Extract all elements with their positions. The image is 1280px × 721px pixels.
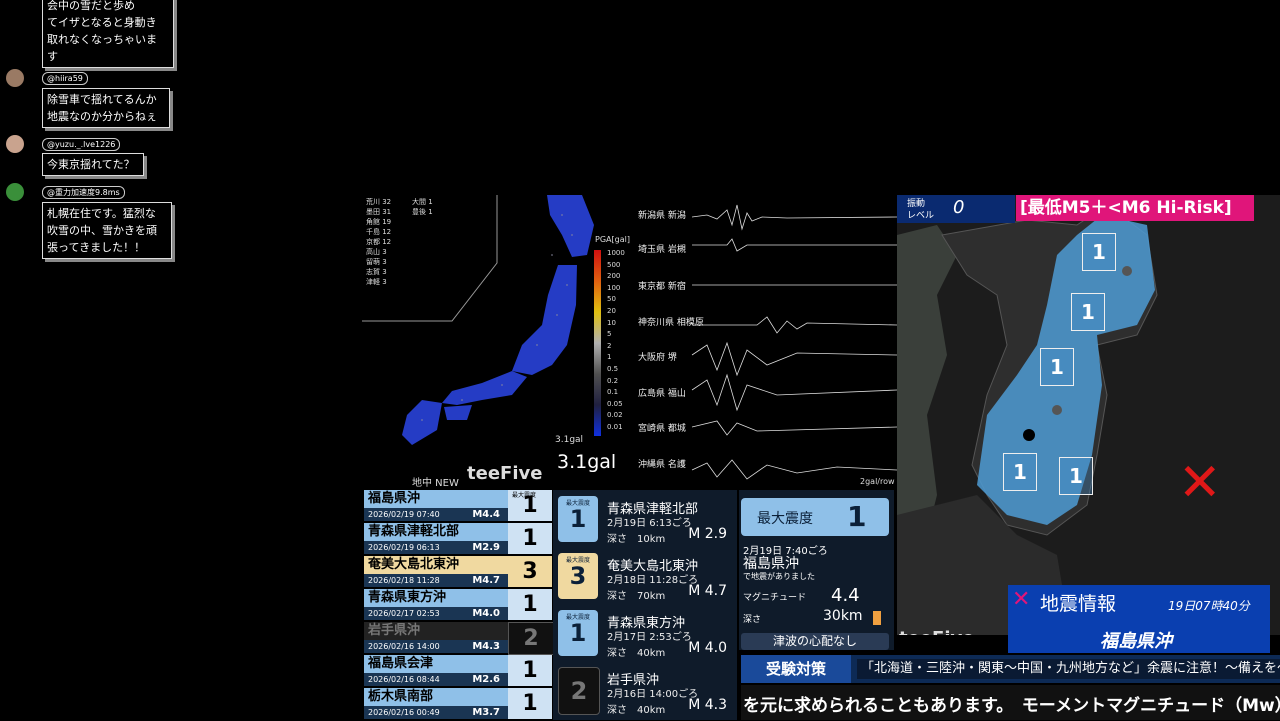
chat-username: @重力加速度9.8ms [42,186,125,199]
summary-magnitude: 4.4 [831,585,860,606]
station-label: 埼玉県 岩槻 [638,245,686,255]
ticker-tag: 受験対策 [741,655,851,683]
ticker-text: 「北海道・三陸沖・関東～中国・九州地方など」余震に注意！～備えを～ [857,659,1280,679]
intensity-marker: 1 [1059,457,1093,495]
japan-station-map: 荒川 32 墨田 31 角館 19 千島 12 京都 12 高山 3 留萌 3 … [362,195,637,488]
station-label: 大阪府 堺 [638,353,677,363]
scrolling-ticker: を元に求められることもあります。 モーメントマグニチュード（Mw） [741,685,1280,720]
station-label: 新潟県 新潟 [638,211,686,221]
quake-detail-cards: 最大震度 1 青森県津軽北部 2月19日 6:13ごろ 深さ 10km M 2.9… [553,490,737,720]
pga-color-scale [594,250,601,436]
intensity-map: 1 1 1 1 1 ✕ 振動 レベル 0 [最低M5＋<M6 Hi-Risk] … [897,195,1280,635]
summary-region: 福島県沖 [743,556,799,572]
pga-value-large: 3.1gal [557,451,617,473]
layer-label: 地中 NEW [412,478,459,488]
pga-value-small: 3.1gal [555,435,584,445]
waveform-traces [691,204,897,480]
chat-message-4: 札幌在住です。猛烈な 吹雪の中、雪かきを頑 張ってきました！！ [42,202,172,259]
brand-logo: teeFive [899,628,974,635]
list-item[interactable]: 岩手県沖 2026/02/16 14:00 M4.3 2 [364,622,554,655]
intensity-marker: 1 [1003,453,1037,491]
intensity-marker: 1 [1040,348,1074,386]
tsunami-status: 津波の心配なし [741,633,889,650]
quake-info-title: 地震情報 [1040,593,1117,615]
seismic-waveforms: 新潟県 新潟 埼玉県 岩槻 東京都 新宿 神奈川県 相模原 大阪府 堺 広島県 … [637,195,897,488]
station-label: 宮崎県 都城 [638,424,686,434]
intensity-column-header: 最大震度 [512,492,537,499]
chat-username: @yuzu._.lve1226 [42,138,121,151]
quake-info-box: ✕ 地震情報 19日07時40分 福島県沖 [1008,585,1270,653]
quake-info-time: 19日07時40分 [1168,599,1250,613]
quake-card[interactable]: 最大震度 3 奄美大島北東沖 2月18日 11:28ごろ 深さ 70km M 4.… [555,549,735,603]
intensity-marker: 1 [1071,293,1105,331]
chat-message-1: 会中の雪だと歩め てイザとなると身動き 取れなくなっちゃいま す [42,0,174,68]
quake-card[interactable]: 最大震度 1 青森県津軽北部 2月19日 6:13ごろ 深さ 10km M 2.9 [555,492,735,546]
station-label: 沖縄県 名護 [638,460,686,470]
depth-color-icon [873,611,881,625]
epicenter-icon: ✕ [1178,453,1222,513]
chat-username: @hiira59 [42,72,88,85]
avatar [6,183,24,201]
quake-history-list: 福島県沖 2026/02/19 07:40 M4.4 1 青森県津軽北部 202… [364,490,554,721]
quake-card[interactable]: 2 岩手県沖 2月16日 14:00ごろ 深さ 40km M 4.3 [555,663,735,717]
vibration-level-box: 振動 レベル 0 [897,195,1015,223]
max-intensity-box: 最大震度 1 [741,498,889,536]
list-item[interactable]: 栃木県南部 2026/02/16 00:49 M3.7 1 [364,688,552,720]
list-item[interactable]: 青森県東方沖 2026/02/17 02:53 M4.0 1 [364,589,552,621]
ticker-text: を元に求められることもあります。 モーメントマグニチュード（Mw） [743,696,1280,716]
pga-scale-title: PGA[gal] [595,235,630,244]
list-item[interactable]: 奄美大島北東沖 2026/02/18 11:28 M4.7 3 [364,556,552,588]
quake-info-region: 福島県沖 [1100,631,1172,652]
list-item[interactable]: 青森県津軽北部 2026/02/19 06:13 M2.9 1 [364,523,552,555]
summary-depth: 30km [823,608,863,624]
wave-scale-note: 2gal/row [860,477,895,486]
risk-banner: [最低M5＋<M6 Hi-Risk] [1016,195,1254,221]
brand-logo: teeFive [467,463,543,484]
intensity-marker: 1 [1082,233,1116,271]
station-label: 広島県 福山 [638,389,686,399]
quake-info-icon: ✕ [1012,587,1031,612]
avatar [6,69,24,87]
station-label: 神奈川県 相模原 [638,318,704,328]
avatar [6,135,24,153]
list-item[interactable]: 福島県会津 2026/02/16 08:44 M2.6 1 [364,655,552,687]
chat-message-2: 除雪車で揺れてるんか 地震なのか分からねぇ [42,88,170,128]
pga-scale-ticks: 1000 500 200 100 50 20 10 5 21 0.5 0.2 0.1 0.0… [607,249,625,431]
station-label: 東京都 新宿 [638,282,686,292]
chat-message-3: 今東京揺れてた？ [42,153,144,176]
quake-card[interactable]: 最大震度 1 青森県東方沖 2月17日 2:53ごろ 深さ 40km M 4.0 [555,606,735,660]
quake-summary: 最大震度 1 2月19日 7:40ごろ 福島県沖 で地震がありました マグニチュ… [739,490,894,650]
news-ticker: 受験対策 「北海道・三陸沖・関東～中国・九州地方など」余震に注意！～備えを～ [741,655,1280,683]
